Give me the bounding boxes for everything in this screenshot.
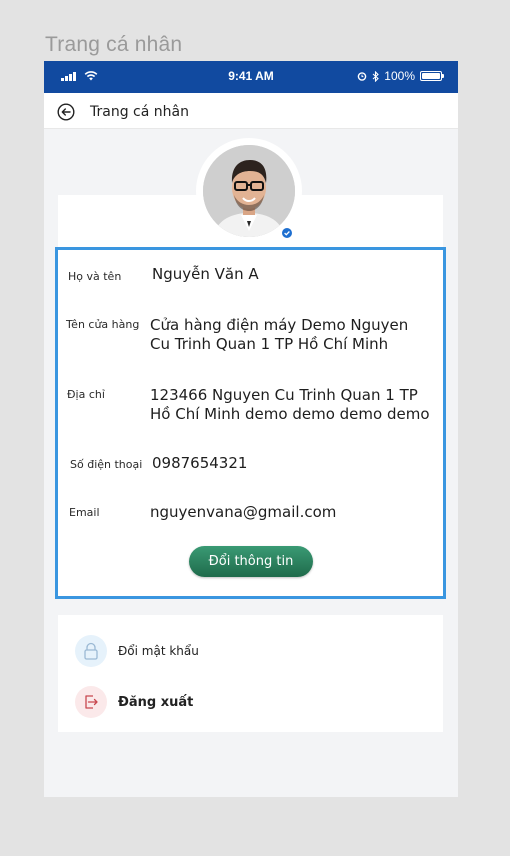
battery-icon	[420, 71, 444, 81]
user-photo	[203, 145, 295, 237]
field-label-email: Email	[69, 506, 100, 519]
alarm-icon	[357, 72, 367, 81]
update-info-button[interactable]: Đổi thông tin	[189, 546, 313, 577]
change-password-label: Đổi mật khẩu	[118, 644, 199, 658]
top-navigation-bar: Trang cá nhân	[44, 93, 458, 129]
profile-info-card: Họ và tên Nguyễn Văn A Tên cửa hàng Cửa …	[55, 247, 446, 599]
field-value-store: Cửa hàng điện máy Demo Nguyen Cu Trinh Q…	[150, 316, 409, 353]
back-arrow-circle-icon[interactable]	[57, 103, 75, 121]
account-actions-card: Đổi mật khẩu Đăng xuất	[58, 615, 443, 732]
field-label-name: Họ và tên	[68, 270, 122, 283]
field-value-address: 123466 Nguyen Cu Trinh Quan 1 TP Hồ Chí …	[150, 386, 430, 423]
bluetooth-icon	[372, 70, 380, 82]
field-label-store: Tên cửa hàng	[66, 318, 140, 331]
logout-label: Đăng xuất	[118, 694, 194, 710]
lock-icon	[75, 635, 107, 667]
user-avatar[interactable]	[203, 145, 295, 237]
logout-item[interactable]: Đăng xuất	[75, 685, 193, 719]
change-password-item[interactable]: Đổi mật khẩu	[75, 634, 199, 668]
field-value-email: nguyenvana@gmail.com	[150, 503, 337, 521]
battery-percent: 100%	[384, 69, 415, 83]
avatar-frame	[196, 138, 302, 244]
field-label-address: Địa chỉ	[67, 388, 105, 401]
verified-badge-icon	[281, 227, 293, 239]
field-value-name: Nguyễn Văn A	[152, 265, 259, 283]
status-bar: 9:41 AM 100%	[44, 61, 458, 93]
field-label-phone: Số điện thoại	[70, 458, 143, 471]
page-title: Trang cá nhân	[90, 104, 189, 120]
canvas-title: Trang cá nhân	[45, 33, 183, 56]
phone-screen: 9:41 AM 100% Trang cá nhân Họ và tên Ngu…	[44, 61, 458, 797]
status-right: 100%	[357, 69, 444, 83]
logout-icon	[75, 686, 107, 718]
field-value-phone: 0987654321	[152, 454, 248, 472]
